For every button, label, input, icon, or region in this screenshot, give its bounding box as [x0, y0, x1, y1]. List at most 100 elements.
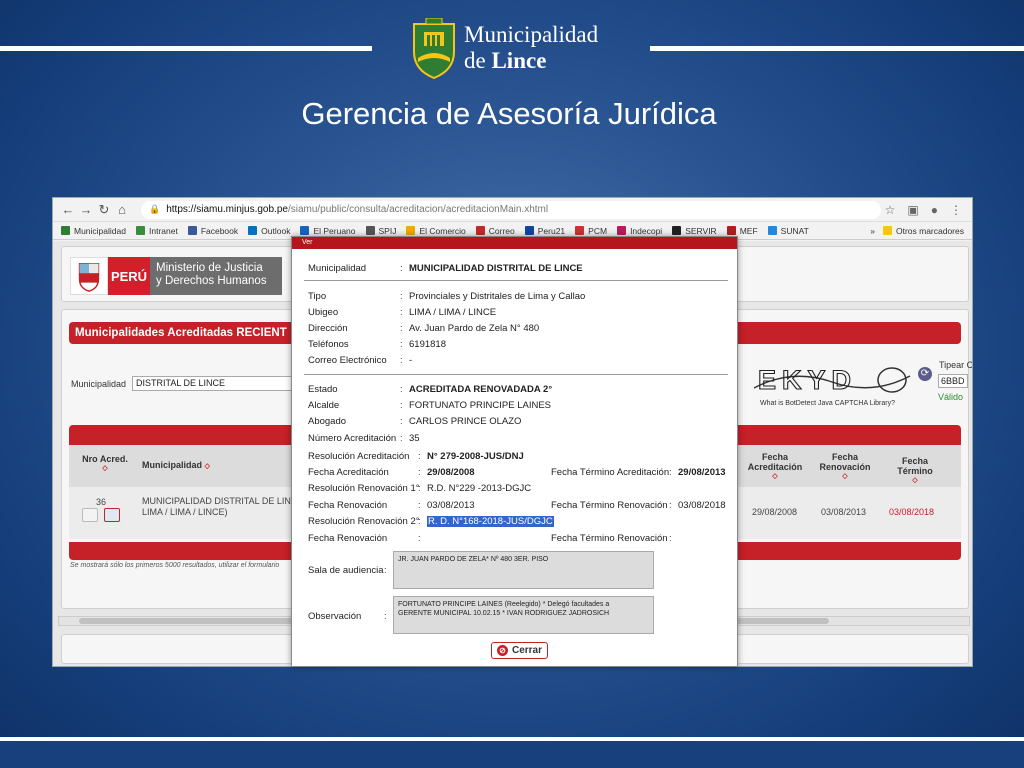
slide-divider-right: [650, 46, 1024, 51]
peru-label: PERÚ: [108, 257, 150, 295]
close-icon: ⊘: [496, 645, 508, 656]
bookmark-favicon-icon: [248, 226, 258, 235]
observacion-field[interactable]: FORTUNATO PRINCIPE LAINES (Reelegido) * …: [393, 596, 654, 634]
captcha-input[interactable]: 6BBD: [938, 374, 968, 388]
label-nro-acreditacion: Número Acreditación: [308, 433, 397, 444]
label-res-acreditacion: Resolución Acreditación: [308, 451, 410, 462]
col-header-fecha-termino[interactable]: Fecha Término ◇: [880, 456, 950, 484]
bookmark-item[interactable]: El Peruano: [300, 226, 356, 236]
bookmark-favicon-icon: [726, 226, 736, 235]
value-fecha-renovacion-1: 03/08/2013: [427, 500, 475, 511]
bookmark-item[interactable]: Facebook: [187, 226, 238, 236]
label-fecha-termino-renovacion-1: Fecha Término Renovación: [551, 500, 668, 511]
lince-shield-icon: [413, 18, 455, 80]
bookmark-item[interactable]: SUNAT: [767, 226, 809, 236]
bookmark-favicon-icon: [575, 226, 585, 235]
captcha-input-label: Tipear Ca: [939, 360, 973, 370]
home-icon[interactable]: ⌂: [113, 202, 131, 217]
municipality-logo: Municipalidad de Lince: [410, 18, 610, 90]
more-bookmarks-button[interactable]: »: [870, 226, 875, 236]
sort-icon: ◇: [204, 463, 210, 470]
value-abogado: CARLOS PRINCE OLAZO: [409, 416, 522, 427]
filter-label: Municipalidad: [71, 379, 127, 389]
profile-icon[interactable]: ●: [931, 203, 938, 217]
url-input[interactable]: 🔒 https://siamu.minjus.gob.pe/siamu/publ…: [141, 200, 881, 219]
bookmark-item[interactable]: El Comercio: [406, 226, 466, 236]
other-bookmarks[interactable]: Otros marcadores: [882, 226, 964, 236]
bookmark-item[interactable]: Municipalidad: [61, 226, 126, 236]
value-res-acreditacion: N° 279-2008-JUS/DNJ: [427, 451, 524, 462]
label-sala-audiencia: Sala de audiencia: [308, 565, 384, 576]
logo-text-lince: de Lince: [464, 48, 547, 73]
bookmark-item[interactable]: PCM: [575, 226, 607, 236]
value-res-renovacion-1: R.D. N°229 -2013-DGJC: [427, 483, 532, 494]
address-bar: ← → ↻ ⌂ 🔒 https://siamu.minjus.gob.pe/si…: [53, 198, 972, 222]
value-alcalde: FORTUNATO PRINCIPE LAINES: [409, 400, 551, 411]
col-header-fecha-acreditacion[interactable]: Fecha Acreditación ◇: [740, 452, 810, 480]
value-ubigeo: LIMA / LIMA / LINCE: [409, 307, 497, 318]
slide-bottom-band: [0, 741, 1024, 768]
label-fecha-termino-renovacion-2: Fecha Término Renovación: [551, 533, 668, 544]
menu-icon[interactable]: ⋮: [950, 203, 962, 217]
folder-icon: [882, 226, 892, 235]
cell-nro: 36: [96, 497, 107, 507]
label-fecha-acreditacion: Fecha Acreditación: [308, 467, 389, 478]
col-header-municipalidad[interactable]: Municipalidad ◇: [142, 460, 210, 470]
label-abogado: Abogado: [308, 416, 347, 427]
value-nro-acreditacion: 35: [409, 433, 420, 444]
captcha-caption[interactable]: What is BotDetect Java CAPTCHA Library?: [760, 400, 895, 407]
captcha-text: EKYD: [758, 365, 857, 395]
cell-municipalidad: MUNICIPALIDAD DISTRITAL DE LIN LIMA / LIM…: [142, 496, 291, 517]
bookmark-item[interactable]: Peru21: [524, 226, 565, 236]
back-icon[interactable]: ←: [59, 202, 77, 217]
value-fecha-acreditacion: 29/08/2008: [427, 467, 475, 478]
bookmark-item[interactable]: Intranet: [135, 226, 178, 236]
value-tipo: Provinciales y Distritales de Lima y Cal…: [409, 291, 586, 302]
municipality-filter-input[interactable]: DISTRITAL DE LINCE: [132, 376, 302, 391]
close-button[interactable]: ⊘ Cerrar: [491, 642, 548, 659]
divider: [304, 280, 728, 281]
divider: [304, 374, 728, 375]
label-estado: Estado: [308, 384, 338, 395]
reload-icon[interactable]: ↻: [95, 202, 113, 218]
value-estado: ACREDITADA RENOVADADA 2°: [409, 384, 553, 395]
ministry-name: Ministerio de Justicia y Derechos Humano…: [150, 257, 282, 295]
lock-icon: 🔒: [149, 204, 161, 214]
captcha-valid-status: Válido: [938, 392, 964, 402]
label-fecha-renovacion-2: Fecha Renovación: [308, 533, 388, 544]
row-edit-button[interactable]: [82, 508, 98, 522]
sort-icon: ◇: [912, 477, 918, 484]
bookmark-favicon-icon: [524, 226, 534, 235]
bookmark-favicon-icon: [406, 226, 416, 235]
bookmark-item[interactable]: SERVIR: [672, 226, 717, 236]
col-header-nro[interactable]: Nro Acred. ◇: [80, 454, 130, 472]
value-correo: -: [409, 355, 413, 366]
dialog-title-bar: Ver: [292, 237, 737, 249]
bookmark-item[interactable]: Indecopi: [617, 226, 662, 236]
bookmark-favicon-icon: [365, 226, 375, 235]
bookmark-item[interactable]: Correo: [475, 226, 515, 236]
bookmark-item[interactable]: MEF: [726, 226, 758, 236]
results-limit-note: Se mostrará sólo los primeros 5000 resul…: [70, 562, 280, 569]
star-icon[interactable]: ☆: [885, 203, 896, 217]
col-header-fecha-renovacion[interactable]: Fecha Renovación ◇: [810, 452, 880, 480]
sala-audiencia-field[interactable]: JR. JUAN PARDO DE ZELA* Nº 480 3ER. PISO: [393, 551, 654, 589]
extension-icon[interactable]: ▣: [907, 203, 918, 217]
captcha-image: EKYD: [752, 362, 912, 398]
bookmark-item[interactable]: SPIJ: [365, 226, 396, 236]
cell-fecha-acreditacion: 29/08/2008: [752, 507, 798, 517]
accreditation-detail-dialog: Ver Municipalidad : MUNICIPALIDAD DISTRI…: [291, 236, 738, 667]
forward-icon[interactable]: →: [77, 202, 95, 217]
row-view-button[interactable]: [104, 508, 120, 522]
bookmark-favicon-icon: [61, 226, 70, 235]
captcha-refresh-icon[interactable]: ⟳: [918, 367, 932, 381]
label-res-renovacion-2: Resolución Renovación 2°: [308, 516, 420, 527]
sort-icon: ◇: [842, 473, 848, 480]
ministry-logo: PERÚ Ministerio de Justicia y Derechos H…: [70, 257, 282, 295]
label-fecha-renovacion-1: Fecha Renovación: [308, 500, 388, 511]
label-tipo: Tipo: [308, 291, 327, 302]
slide-title: Gerencia de Asesoría Jurídica: [301, 96, 717, 131]
logo-text-municipalidad: Municipalidad: [464, 22, 599, 47]
bookmark-item[interactable]: Outlook: [248, 226, 290, 236]
bookmark-favicon-icon: [135, 226, 145, 235]
